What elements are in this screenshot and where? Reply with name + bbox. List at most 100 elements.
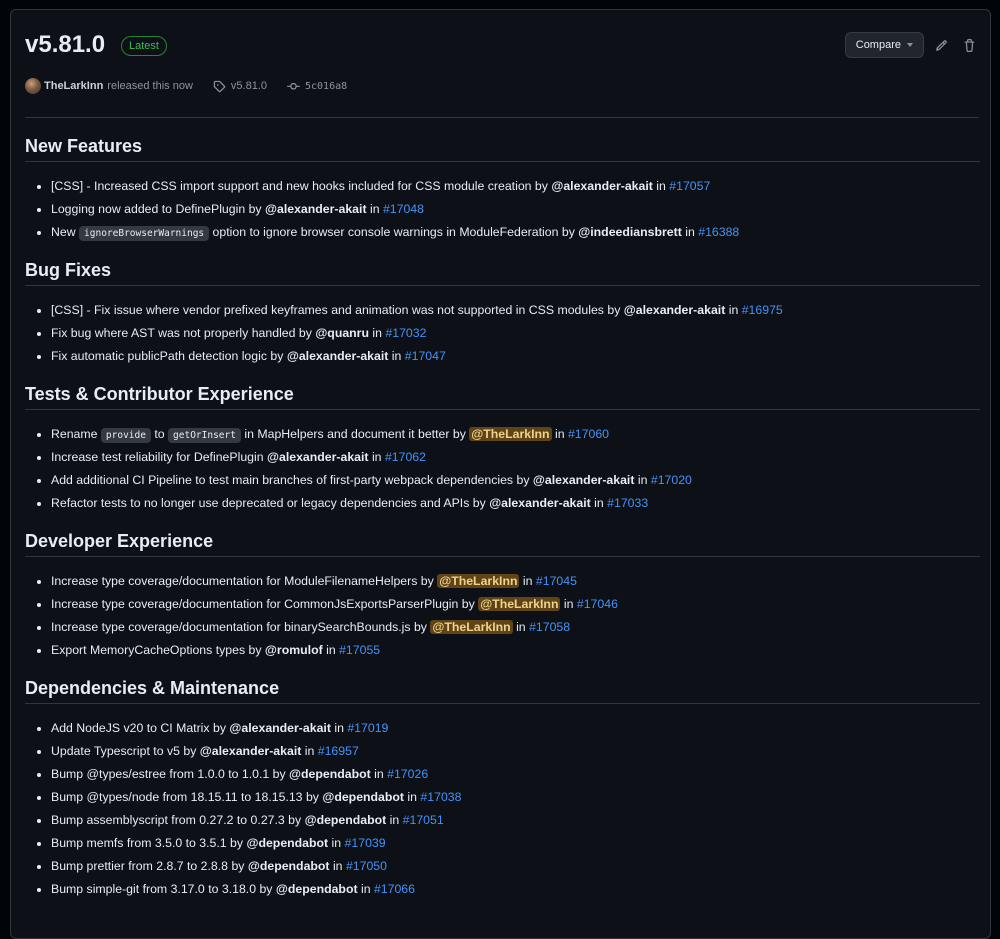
user-mention[interactable]: @romulof (265, 643, 323, 657)
item-text: in (725, 303, 742, 317)
released-text: released this now (107, 80, 193, 92)
user-mention[interactable]: @TheLarkInn (430, 620, 513, 634)
section-heading: Bug Fixes (25, 257, 980, 286)
user-mention[interactable]: @alexander-akait (287, 349, 389, 363)
user-mention[interactable]: @dependabot (305, 813, 387, 827)
pr-link[interactable]: #17051 (403, 813, 444, 827)
item-text: in (366, 202, 383, 216)
list-item: Bump prettier from 2.8.7 to 2.8.8 by @de… (51, 855, 980, 878)
user-mention[interactable]: @TheLarkInn (478, 597, 561, 611)
chevron-down-icon (907, 43, 913, 47)
list-item: [CSS] - Fix issue where vendor prefixed … (51, 299, 980, 322)
pr-link[interactable]: #16975 (742, 303, 783, 317)
pr-link[interactable]: #17057 (669, 179, 710, 193)
item-text: in (512, 620, 530, 634)
edit-button[interactable] (930, 34, 952, 56)
compare-button[interactable]: Compare (844, 32, 924, 58)
trash-icon (964, 38, 974, 52)
user-mention[interactable]: @dependabot (289, 767, 371, 781)
pr-link[interactable]: #17062 (385, 450, 426, 464)
header-divider (25, 117, 979, 118)
user-mention[interactable]: @TheLarkInn (469, 427, 552, 441)
section-list: Rename provide to getOrInsert in MapHelp… (25, 410, 980, 515)
item-text: in (652, 179, 670, 193)
pr-link[interactable]: #17048 (383, 202, 424, 216)
pr-link[interactable]: #17033 (607, 496, 648, 510)
item-text: in MapHelpers and document it better by (240, 427, 470, 441)
release-meta: TheLarkInn released this now v5.81.0 5c0… (25, 78, 347, 94)
user-mention[interactable]: @quanru (315, 326, 369, 340)
list-item: Export MemoryCacheOptions types by @romu… (51, 639, 980, 662)
inline-code: getOrInsert (168, 428, 241, 443)
list-item: Rename provide to getOrInsert in MapHelp… (51, 423, 980, 446)
item-text: in (357, 882, 374, 896)
item-text: in (634, 473, 651, 487)
item-text: [CSS] - Fix issue where vendor prefixed … (51, 303, 624, 317)
user-mention[interactable]: @alexander-akait (267, 450, 369, 464)
item-text: Export MemoryCacheOptions types by (51, 643, 265, 657)
section-list: [CSS] - Increased CSS import support and… (25, 162, 980, 244)
item-text: in (322, 643, 340, 657)
list-item: Bump simple-git from 3.17.0 to 3.18.0 by… (51, 878, 980, 901)
pr-link[interactable]: #16957 (318, 744, 359, 758)
commit-link[interactable]: 5c016a8 (305, 81, 347, 92)
user-mention[interactable]: @alexander-akait (229, 721, 331, 735)
pr-link[interactable]: #17039 (345, 836, 386, 850)
pr-link[interactable]: #17038 (420, 790, 461, 804)
pr-link[interactable]: #16388 (698, 225, 739, 239)
pr-link[interactable]: #17045 (536, 574, 577, 588)
list-item: [CSS] - Increased CSS import support and… (51, 175, 980, 198)
compare-label: Compare (855, 39, 901, 51)
release-title[interactable]: v5.81.0 (25, 30, 105, 60)
user-mention[interactable]: @dependabot (248, 859, 330, 873)
list-item: Bump @types/estree from 1.0.0 to 1.0.1 b… (51, 763, 980, 786)
pr-link[interactable]: #17058 (529, 620, 570, 634)
pr-link[interactable]: #17055 (339, 643, 380, 657)
pr-link[interactable]: #17020 (651, 473, 692, 487)
user-mention[interactable]: @alexander-akait (624, 303, 726, 317)
pencil-icon (935, 39, 947, 51)
item-text: to (150, 427, 169, 441)
section: Bug Fixes [CSS] - Fix issue where vendor … (25, 257, 980, 368)
list-item: Fix automatic publicPath detection logic… (51, 345, 980, 368)
user-mention[interactable]: @alexander-akait (265, 202, 367, 216)
author-link[interactable]: TheLarkInn (44, 80, 103, 92)
user-mention[interactable]: @TheLarkInn (437, 574, 520, 588)
item-text: Fix automatic publicPath detection logic… (51, 349, 287, 363)
item-text: in (560, 597, 577, 611)
list-item: New ignoreBrowserWarnings option to igno… (51, 221, 980, 244)
list-item: Logging now added to DefinePlugin by @al… (51, 198, 980, 221)
pr-link[interactable]: #17050 (346, 859, 387, 873)
section-heading: Developer Experience (25, 528, 980, 557)
item-text: in (301, 744, 318, 758)
tag-link[interactable]: v5.81.0 (231, 80, 267, 92)
pr-link[interactable]: #17026 (387, 767, 428, 781)
user-mention[interactable]: @alexander-akait (489, 496, 591, 510)
item-text: Bump @types/estree from 1.0.0 to 1.0.1 b… (51, 767, 290, 781)
item-text: Increase type coverage/documentation for… (51, 574, 438, 588)
user-mention[interactable]: @dependabot (246, 836, 328, 850)
item-text: in (519, 574, 536, 588)
pr-link[interactable]: #17047 (405, 349, 446, 363)
user-mention[interactable]: @alexander-akait (200, 744, 302, 758)
delete-button[interactable] (958, 34, 980, 56)
pr-link[interactable]: #17060 (568, 427, 609, 441)
list-item: Increase type coverage/documentation for… (51, 593, 980, 616)
user-mention[interactable]: @indeediansbrett (578, 225, 682, 239)
item-text: Update Typescript to v5 by (51, 744, 200, 758)
user-mention[interactable]: @alexander-akait (551, 179, 653, 193)
pr-link[interactable]: #17046 (577, 597, 618, 611)
item-text: [CSS] - Increased CSS import support and… (51, 179, 552, 193)
pr-link[interactable]: #17032 (385, 326, 426, 340)
latest-badge: Latest (121, 36, 167, 56)
avatar[interactable] (25, 78, 41, 94)
item-text: Bump prettier from 2.8.7 to 2.8.8 by (51, 859, 248, 873)
user-mention[interactable]: @alexander-akait (533, 473, 635, 487)
list-item: Bump memfs from 3.5.0 to 3.5.1 by @depen… (51, 832, 980, 855)
release-card: v5.81.0 Latest Compare TheLarkInn releas… (10, 9, 991, 939)
pr-link[interactable]: #17019 (347, 721, 388, 735)
user-mention[interactable]: @dependabot (276, 882, 358, 896)
pr-link[interactable]: #17066 (374, 882, 415, 896)
user-mention[interactable]: @dependabot (322, 790, 404, 804)
item-text: in (590, 496, 608, 510)
